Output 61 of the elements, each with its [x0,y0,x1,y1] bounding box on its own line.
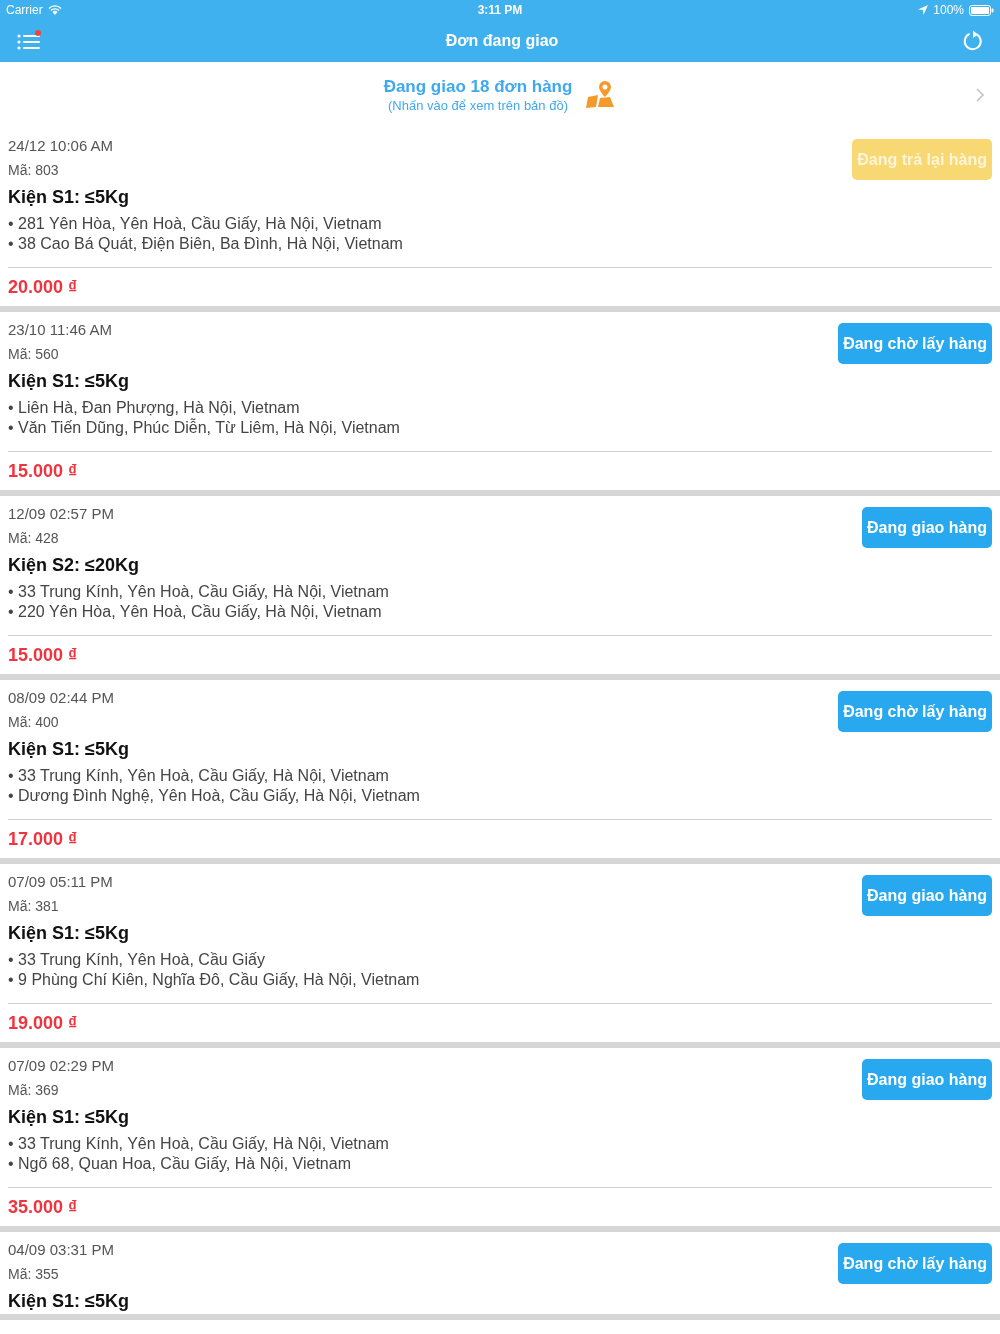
order-date: 07/09 05:11 PM [8,872,113,892]
address-text: • Liên Hà, Đan Phượng, Hà Nội, Vietnam [8,398,301,418]
status-button[interactable]: Đang giao hàng [862,875,992,916]
package-type: Kiện S1: ≤5Kg [8,1106,130,1129]
order-code: Mã: 560 [8,345,60,364]
address-text: • 220 Yên Hòa, Yên Hoà, Cầu Giấy, Hà Nội, Vietnam [8,602,383,622]
order-code: Mã: 369 [8,1081,60,1100]
location-arrow-icon [918,5,929,15]
time-text: 3:11 PM [477,3,523,17]
order-price: 17.000 ₫ [8,828,79,851]
status-button[interactable]: Đang giao hàng [862,507,992,548]
battery-text: 100% [933,3,964,17]
refresh-button[interactable] [962,30,984,52]
order-price: 15.000 ₫ [8,460,79,483]
map-pin-icon [586,81,617,109]
order-date: 08/09 02:44 PM [8,688,114,708]
address-text: • Văn Tiến Dũng, Phúc Diễn, Từ Liêm, Hà Nội, Vietnam [8,418,401,438]
address-text: • Dương Đình Nghệ, Yên Hoà, Cầu Giấy, Hà Nội, Vietnam [8,786,421,806]
screen-title: Đơn đang giao [445,32,559,50]
status-button[interactable]: Đang giao hàng [862,1059,992,1100]
status-button[interactable]: Đang chờ lấy hàng [838,691,992,732]
address-text: • 33 Trung Kính, Yên Hoà, Cầu Giấy, Hà Nội, Vietnam [8,766,390,786]
summary-title: Đang giao 18 đơn hàng [383,77,573,97]
battery-icon [969,4,994,16]
order-date: 07/09 02:29 PM [8,1056,114,1076]
menu-button[interactable] [16,30,42,52]
map-summary-row[interactable]: Đang giao 18 đơn hàng (Nhấn vào để xem trên bản đồ) [0,62,1000,128]
address-text: • 33 Trung Kính, Yên Hoà, Cầu Giấy, Hà Nội, Vietnam [8,1134,390,1154]
package-type: Kiện S1: ≤5Kg [8,922,130,945]
package-type: Kiện S1: ≤5Kg [8,370,130,393]
order-code: Mã: 428 [8,529,60,548]
package-type: Kiện S1: ≤5Kg [8,186,130,209]
status-button[interactable]: Đang chờ lấy hàng [838,323,992,364]
order-date: 24/12 10:06 AM [8,136,114,156]
refresh-icon [962,30,984,52]
order-price: 19.000 ₫ [8,1012,79,1035]
address-text: • 281 Yên Hòa, Yên Hoà, Cầu Giấy, Hà Nội, Vietnam [8,214,383,234]
order-price: 20.000 ₫ [8,276,79,299]
carrier-text: Carrier [6,3,43,17]
order-code: Mã: 400 [8,713,60,732]
chevron-right-icon [976,88,984,102]
order-price: 35.000 ₫ [8,1196,79,1219]
address-text: • 33 Trung Kính, Yên Hoà, Cầu Giấy [8,950,266,970]
package-type: Kiện S1: ≤5Kg [8,738,130,761]
wifi-icon [47,5,62,15]
address-text: • 38 Cao Bá Quát, Điện Biên, Ba Đình, Hà Nội, Vietnam [8,234,404,254]
order-code: Mã: 803 [8,161,60,180]
order-date: 04/09 03:31 PM [8,1240,114,1260]
package-type: Kiện S1: ≤5Kg [8,1290,130,1313]
package-type: Kiện S2: ≤20Kg [8,554,140,577]
address-text: • 33 Trung Kính, Yên Hoà, Cầu Giấy, Hà Nội, Vietnam [8,582,390,602]
order-price: 15.000 ₫ [8,644,79,667]
address-text: • 9 Phùng Chí Kiên, Nghĩa Đô, Cầu Giấy, Hà Nội, Vietnam [8,970,421,990]
menu-icon [16,30,42,52]
order-date: 23/10 11:46 AM [8,320,112,340]
order-code: Mã: 355 [8,1265,60,1284]
address-text: • Ngõ 68, Quan Hoa, Cầu Giấy, Hà Nội, Vietnam [8,1154,352,1174]
order-date: 12/09 02:57 PM [8,504,114,524]
order-code: Mã: 381 [8,897,60,916]
summary-hint: (Nhấn vào để xem trên bản đồ) [388,98,568,113]
status-button[interactable]: Đang chờ lấy hàng [838,1243,992,1284]
